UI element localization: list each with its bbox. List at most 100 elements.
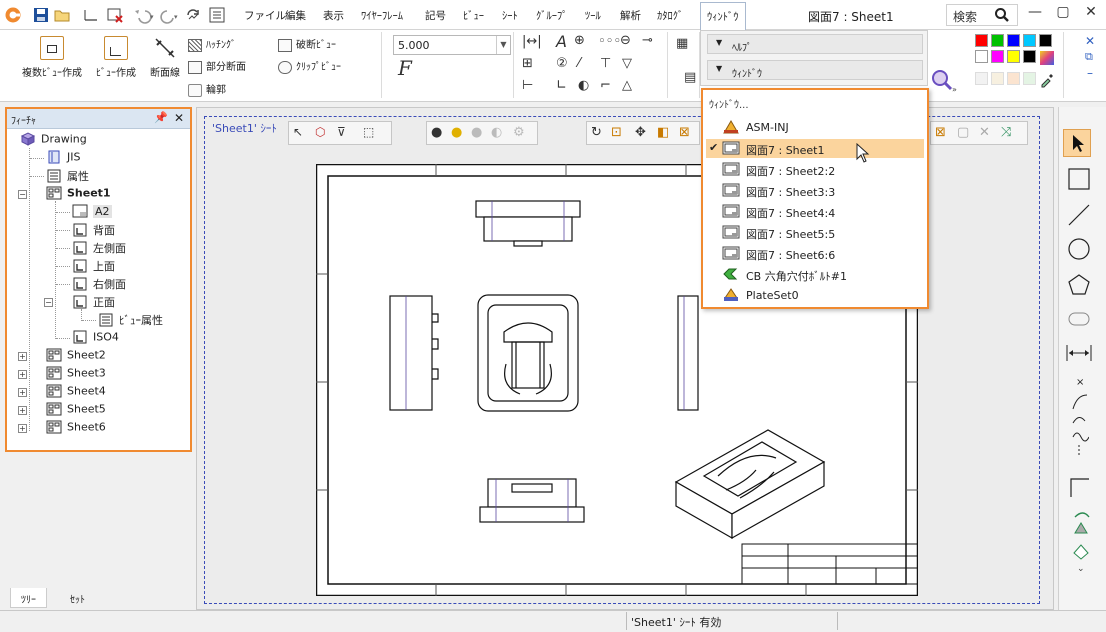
light-off-icon[interactable]: ● [471, 125, 482, 140]
new-window-icon[interactable] [82, 6, 100, 24]
snap-icon[interactable]: ⊠ [935, 125, 946, 140]
tree-expand-toggle[interactable]: + [18, 352, 27, 361]
filter-icon[interactable]: ⊽ [337, 125, 346, 139]
tree-node-sheet6[interactable]: Sheet6 [46, 420, 106, 436]
clip-view-button[interactable]: ｸﾘｯﾌﾟﾋﾞｭｰ [278, 58, 341, 74]
surface-finish-icon[interactable]: ⁄ [578, 56, 580, 71]
color-palette[interactable] [975, 34, 1059, 94]
tree-node-jis[interactable]: JIS [46, 150, 80, 166]
window-item-sheet6[interactable]: 図面7 : Sheet6:6 [706, 244, 924, 263]
tree-expand-toggle[interactable]: + [18, 370, 27, 379]
view-create-button[interactable]: ﾋﾞｭｰ作成 [96, 36, 136, 79]
tree-node-sheet1[interactable]: Sheet1 [46, 186, 111, 202]
tree-node-sheet4[interactable]: Sheet4 [46, 384, 106, 400]
section-line-button[interactable]: 断面線 [150, 36, 180, 79]
close-button[interactable]: ✕ [1078, 4, 1104, 26]
window-item-sheet3[interactable]: 図面7 : Sheet3:3 [706, 181, 924, 200]
rectangle-icon[interactable] [1067, 167, 1091, 191]
polygon-icon[interactable] [1067, 273, 1091, 297]
arc-spline-icons[interactable] [1069, 393, 1089, 457]
break-view-button[interactable]: 破断ﾋﾞｭｰ [278, 36, 336, 52]
tab-set[interactable]: ｾｯﾄ [60, 588, 95, 608]
light-bulb-icon[interactable]: ● [431, 125, 442, 140]
pin-icon[interactable]: 📌 [154, 111, 168, 124]
menu-catalog[interactable]: ｶﾀﾛｸﾞ [657, 8, 683, 23]
search-icon[interactable] [994, 7, 1010, 23]
weld-symbol-icon[interactable]: ▽ [622, 56, 632, 71]
tree-node-sheet2[interactable]: Sheet2 [46, 348, 106, 364]
measure-icon[interactable]: ⤨ [1001, 125, 1011, 140]
redo-icon[interactable]: ▾ [159, 6, 181, 24]
stacked-dimension-icon[interactable]: ⊞ [522, 56, 533, 71]
rotate-view-icon[interactable]: ↻ [591, 125, 602, 140]
window-item-asm-inj[interactable]: ASM-INJ [706, 118, 924, 137]
horizontal-dimension-icon[interactable]: |↔| [522, 34, 542, 49]
tree-node-a2[interactable]: A2 [72, 204, 112, 220]
line-icon[interactable] [1067, 203, 1091, 227]
menu-tools[interactable]: ﾂｰﾙ [585, 8, 601, 23]
tree-node-back-view[interactable]: 背面 [72, 222, 115, 238]
dimension-icon[interactable] [1065, 343, 1093, 363]
ribbon-minimize-icon[interactable]: – [1087, 66, 1093, 80]
select-part-icon[interactable]: ⬡ [315, 125, 325, 139]
triangle-icon[interactable]: △ [622, 78, 632, 93]
window-item-bolt[interactable]: CB 六角穴付ﾎﾞﾙﾄ#1 [706, 265, 924, 284]
fit-view-icon[interactable]: ⊡ [611, 125, 622, 140]
window-item-sheet5[interactable]: 図面7 : Sheet5:5 [706, 223, 924, 242]
color-swatch-yellow[interactable] [1007, 50, 1020, 63]
menu-group[interactable]: ｸﾞﾙｰﾌﾟ [536, 8, 568, 23]
color-gradient-icon[interactable] [1039, 50, 1055, 66]
open-folder-icon[interactable] [53, 6, 71, 24]
color-swatch-black[interactable] [1039, 34, 1052, 47]
color-swatch-light-2[interactable] [991, 72, 1004, 85]
save-icon[interactable] [32, 6, 50, 24]
tree-collapse-toggle[interactable]: − [18, 190, 27, 199]
menu-wireframe[interactable]: ﾜｲﾔｰﾌﾚｰﾑ [361, 8, 403, 23]
app-logo-icon[interactable] [4, 6, 22, 24]
grid-snap-icon[interactable]: ▢ [957, 125, 969, 140]
point-icon[interactable]: × [1076, 377, 1084, 388]
line-width-combobox[interactable]: 5.000 ▼ [393, 35, 511, 55]
menu-edit[interactable]: 編集 [285, 8, 306, 23]
multi-view-create-button[interactable]: 複数ﾋﾞｭｰ作成 [22, 36, 82, 79]
select-arrow-icon[interactable] [1063, 129, 1091, 157]
select-pointer-icon[interactable]: ↖ [293, 125, 303, 139]
color-swatch-light-4[interactable] [1023, 72, 1036, 85]
tree-node-sheet5[interactable]: Sheet5 [46, 402, 106, 418]
tree-expand-toggle[interactable]: + [18, 406, 27, 415]
circle-center-icon[interactable]: ⊕ [574, 33, 585, 48]
panel-close-icon[interactable]: ✕ [174, 111, 184, 125]
color-swatch-magenta[interactable] [991, 50, 1004, 63]
color-swatch-light-1[interactable] [975, 72, 988, 85]
eyedropper-icon[interactable] [1039, 72, 1055, 88]
bolt-circle-icon[interactable]: ◦◦◦ [598, 34, 621, 49]
menu-symbol[interactable]: 記号 [425, 8, 446, 23]
minimize-button[interactable]: — [1022, 4, 1048, 26]
tree-node-view-properties[interactable]: ﾋﾞｭｰ属性 [98, 312, 163, 328]
window-item-sheet2[interactable]: 図面7 : Sheet2:2 [706, 160, 924, 179]
menu-analysis[interactable]: 解析 [620, 8, 641, 23]
chamfer-icon[interactable]: ◐ [578, 78, 589, 93]
transform-icons[interactable]: ⌄ [1071, 509, 1091, 573]
window-item-sheet4[interactable]: 図面7 : Sheet4:4 [706, 202, 924, 221]
pan-icon[interactable]: ✥ [635, 125, 646, 140]
ribbon-close-icon[interactable]: ✕ [1085, 34, 1095, 48]
menu-sheet[interactable]: ｼｰﾄ [502, 8, 518, 23]
tree-node-top-view[interactable]: 上面 [72, 258, 115, 274]
tree-node-drawing[interactable]: Drawing [20, 132, 87, 148]
color-swatch-green[interactable] [991, 34, 1004, 47]
color-swatch-blue[interactable] [1007, 34, 1020, 47]
tree-node-iso4[interactable]: ISO4 [72, 330, 119, 346]
color-swatch-light-3[interactable] [1007, 72, 1020, 85]
light-direction-icon[interactable]: ◐ [491, 125, 502, 140]
ordinate-dimension-icon[interactable]: ⊢ [522, 78, 533, 93]
tree-collapse-toggle[interactable]: − [44, 298, 53, 307]
view-mode-icon[interactable]: ◧ [657, 125, 669, 140]
angle-dimension-icon[interactable]: ∟ [556, 78, 567, 93]
tree-expand-toggle[interactable]: + [18, 424, 27, 433]
tree-node-right-view[interactable]: 右側面 [72, 276, 126, 292]
tree-node-front-view[interactable]: 正面 [72, 294, 115, 310]
regenerate-icon[interactable] [184, 6, 202, 24]
chevron-down-icon[interactable]: ▼ [496, 36, 510, 54]
close-window-icon[interactable] [106, 6, 124, 24]
